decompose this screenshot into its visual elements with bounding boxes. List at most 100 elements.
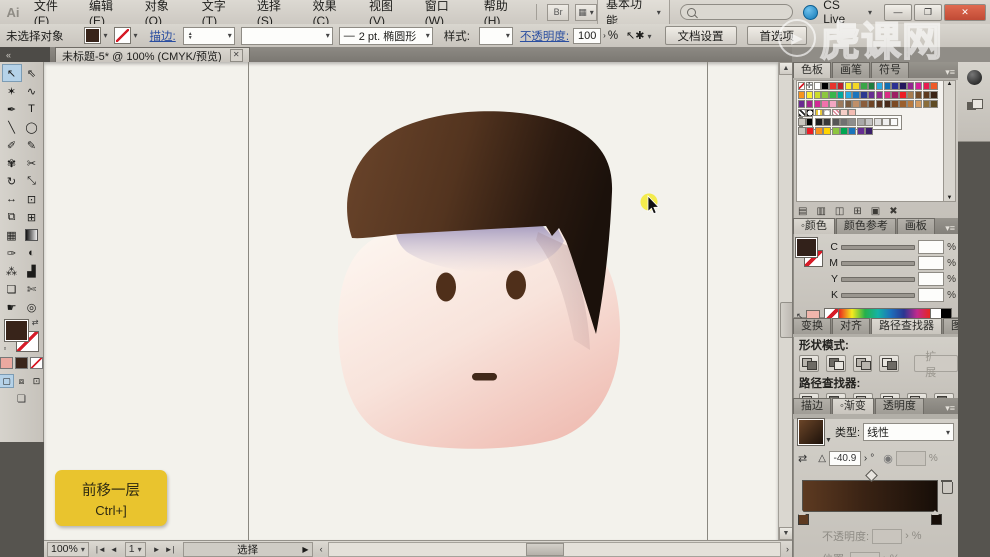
swatch-color[interactable] [899, 82, 906, 90]
canvas[interactable]: 前移一层 Ctrl+] [44, 62, 778, 540]
swatch-color[interactable] [798, 91, 805, 99]
magic-wand-tool[interactable]: ✶ [2, 82, 22, 100]
swatch-libraries-button[interactable]: ▤ [798, 206, 807, 217]
swatch-color[interactable] [821, 91, 828, 99]
gradient-stop-left[interactable] [798, 514, 809, 525]
lasso-tool[interactable]: ∿ [22, 82, 42, 100]
restore-button[interactable]: ❐ [914, 4, 942, 21]
color-fill-stroke-proxy[interactable] [796, 238, 826, 268]
new-swatch-button[interactable]: ▣ [871, 206, 880, 217]
tab-符号[interactable]: 符号 [871, 62, 909, 78]
swatch-color[interactable] [815, 127, 823, 135]
swatch-color[interactable] [798, 100, 805, 108]
swatch-color[interactable] [890, 118, 898, 126]
swatch-color[interactable] [876, 100, 883, 108]
swatch-color[interactable] [930, 82, 937, 90]
swatch-color[interactable] [806, 91, 813, 99]
swatch-color[interactable] [907, 100, 914, 108]
swatch-color[interactable] [882, 118, 890, 126]
stroke-weight-combo[interactable]: ▲▼▾ [183, 27, 235, 45]
swatch-color[interactable] [806, 118, 814, 126]
fill-proxy[interactable] [796, 238, 817, 257]
tab-颜色参考[interactable]: 颜色参考 [836, 218, 896, 234]
minus-front-button[interactable] [826, 355, 846, 372]
blend-tool[interactable]: ◐ [22, 244, 42, 262]
brush-definition-combo[interactable]: ▾ [241, 27, 333, 45]
swatch-color[interactable] [848, 127, 856, 135]
column-graph-tool[interactable]: ▟ [22, 262, 42, 280]
arrange-documents-icon[interactable]: ▦▾ [575, 4, 597, 21]
slider-track[interactable] [841, 277, 915, 282]
swatch-color[interactable] [845, 82, 852, 90]
status-menu-icon[interactable]: ▶ [302, 545, 308, 554]
chevron-down-icon[interactable]: ▼ [824, 420, 833, 444]
draw-inside-mode[interactable]: ⊡ [29, 374, 44, 388]
pencil-tool[interactable]: ✎ [22, 136, 42, 154]
tab-画笔[interactable]: 画笔 [832, 62, 870, 78]
swatch-color[interactable] [923, 91, 930, 99]
color-group-folder-icon[interactable] [798, 118, 806, 126]
chevron-down-icon[interactable]: ▾ [104, 31, 108, 40]
search-input[interactable] [680, 4, 794, 20]
vertical-scrollbar[interactable]: ▲ ▼ [778, 62, 793, 540]
delete-stop-icon[interactable] [942, 482, 953, 494]
menu-编辑E[interactable]: 编辑(E) [81, 0, 137, 24]
swatch-color[interactable] [891, 82, 898, 90]
swatch-color[interactable] [829, 91, 836, 99]
tab-描边[interactable]: 描边 [793, 398, 831, 414]
slider-value-input[interactable] [918, 288, 944, 302]
scale-tool[interactable]: ⤡ [22, 172, 42, 190]
color-button[interactable] [0, 357, 13, 369]
bridge-icon[interactable]: Br [547, 4, 569, 21]
spinner-icon[interactable]: › [603, 31, 606, 40]
swatch-color[interactable] [848, 109, 856, 117]
scroll-left-icon[interactable]: ‹ [317, 544, 326, 554]
scissors-tool[interactable]: ✂ [22, 154, 42, 172]
menu-效果C[interactable]: 效果(C) [305, 0, 361, 24]
swatch-color[interactable] [837, 91, 844, 99]
swatch-color[interactable] [860, 82, 867, 90]
show-swatch-kinds-button[interactable]: ◫ [835, 206, 844, 217]
panel-icon-sphere[interactable] [967, 70, 982, 85]
symbol-sprayer-tool[interactable]: ⁂ [2, 262, 22, 280]
swatch-color[interactable] [806, 100, 813, 108]
gradient-stop-right[interactable] [931, 514, 942, 525]
style-combo[interactable]: ▾ [479, 27, 513, 45]
swatch-color[interactable] [923, 82, 930, 90]
unite-button[interactable] [799, 355, 819, 372]
scroll-up-icon[interactable]: ▲ [779, 62, 793, 75]
color-group-button[interactable]: ▥ [816, 206, 825, 217]
stroke-panel-link[interactable]: 描边: [150, 28, 176, 44]
selection-tool[interactable]: ↖ [2, 64, 22, 82]
exclude-button[interactable] [879, 355, 899, 372]
gradient-thumbnail[interactable] [798, 419, 824, 445]
document-tab[interactable]: 未标题-5* @ 100% (CMYK/预览) ✕ [55, 47, 250, 63]
slice-tool[interactable]: ✄ [22, 280, 42, 298]
close-tab-icon[interactable]: ✕ [230, 49, 243, 62]
swatch-color[interactable] [865, 118, 873, 126]
swatch-color[interactable] [876, 91, 883, 99]
spinner-icon[interactable]: › [864, 453, 867, 464]
paintbrush-tool[interactable]: ✐ [2, 136, 22, 154]
panel-icon-squares[interactable] [967, 99, 981, 111]
swatch-registration[interactable] [806, 82, 813, 90]
blob-brush-tool[interactable]: ✾ [2, 154, 22, 172]
swatch-color[interactable] [821, 82, 828, 90]
swatch-pattern[interactable] [815, 109, 823, 117]
rotate-tool[interactable]: ↻ [2, 172, 22, 190]
perspective-grid-tool[interactable]: ⊞ [22, 208, 42, 226]
horizontal-scrollbar[interactable] [328, 542, 781, 557]
swatch-color[interactable] [884, 91, 891, 99]
tab-对齐[interactable]: 对齐 [832, 318, 870, 334]
swatch-color[interactable] [915, 91, 922, 99]
gradient-button[interactable] [15, 357, 28, 369]
swatch-color[interactable] [860, 91, 867, 99]
swatch-color[interactable] [814, 91, 821, 99]
stroke-color-swatch[interactable] [114, 27, 131, 44]
last-artboard-icon[interactable]: ►| [165, 545, 175, 554]
type-tool[interactable]: T [22, 100, 42, 118]
slider-track[interactable] [841, 293, 915, 298]
swatch-color[interactable] [815, 118, 823, 126]
fill-stroke-proxy[interactable]: ⇄ ▫ [5, 320, 39, 352]
gradient-tool[interactable] [22, 226, 42, 244]
